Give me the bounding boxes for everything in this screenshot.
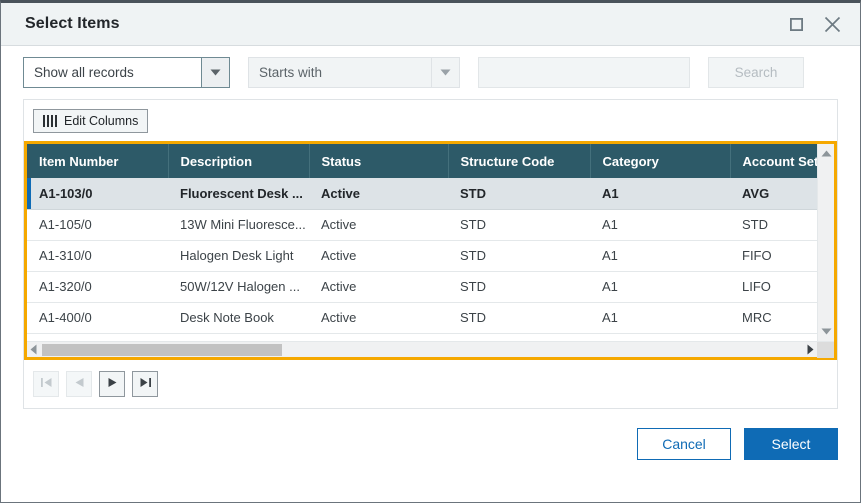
column-header-description[interactable]: Description <box>168 144 310 178</box>
table-row[interactable]: A1-400/0 Desk Note Book Active STD A1 MR… <box>27 302 817 334</box>
table-scroll-row: Item Number Description Status Structure… <box>27 144 834 341</box>
column-header-structure-code[interactable]: Structure Code <box>448 144 591 178</box>
column-header-category[interactable]: Category <box>590 144 731 178</box>
cell-status: Active <box>309 302 448 334</box>
first-page-icon <box>40 375 53 393</box>
cell-account-set-code: MRC <box>730 302 817 334</box>
cell-category: A1 <box>590 240 730 272</box>
cell-account-set-code: AVG <box>730 178 817 210</box>
dialog-footer: Cancel Select <box>1 409 860 502</box>
next-page-icon <box>107 375 118 393</box>
table-row[interactable]: A1-105/0 13W Mini Fluoresce... Active ST… <box>27 209 817 241</box>
scroll-right-icon[interactable] <box>804 343 817 356</box>
chevron-down-icon <box>201 58 229 87</box>
cell-category: A1 <box>590 178 730 210</box>
cell-account-set-code: LIFO <box>730 271 817 303</box>
cell-status: Active <box>309 271 448 303</box>
horizontal-scroll-track[interactable] <box>40 342 804 358</box>
cell-description: 13W Mini Fluoresce... <box>168 209 309 241</box>
previous-page-icon <box>74 375 85 393</box>
cell-category: A1 <box>590 209 730 241</box>
close-icon <box>824 16 841 33</box>
horizontal-scrollbar[interactable] <box>27 341 834 358</box>
cell-item-number: A1-310/0 <box>27 240 168 272</box>
cell-structure-code: STD <box>448 271 590 303</box>
scrollbar-corner <box>817 341 834 358</box>
grid-toolbar: Edit Columns <box>24 100 837 141</box>
close-button[interactable] <box>814 7 850 41</box>
cell-account-set-code: FIFO <box>730 240 817 272</box>
filter-bar: Show all records Starts with Search <box>1 46 860 99</box>
match-mode-dropdown[interactable]: Starts with <box>248 57 460 88</box>
cell-description: Desk Note Book <box>168 302 309 334</box>
search-button[interactable]: Search <box>708 57 804 88</box>
cell-category: A1 <box>590 271 730 303</box>
dialog-titlebar: Select Items <box>1 3 860 46</box>
edit-columns-button[interactable]: Edit Columns <box>33 108 149 133</box>
horizontal-scroll-thumb[interactable] <box>42 343 282 356</box>
select-items-dialog: Select Items Show all records Starts wit… <box>0 0 861 503</box>
cell-status: Active <box>309 240 448 272</box>
column-header-status[interactable]: Status <box>309 144 449 178</box>
cell-status: Active <box>309 178 448 210</box>
maximize-button[interactable] <box>778 7 814 41</box>
table-row[interactable]: A1-310/0 Halogen Desk Light Active STD A… <box>27 240 817 272</box>
search-input[interactable] <box>478 57 690 88</box>
scroll-left-icon[interactable] <box>27 343 40 356</box>
table-viewport: Item Number Description Status Structure… <box>27 144 817 341</box>
cell-structure-code: STD <box>448 178 590 210</box>
cell-structure-code: STD <box>448 209 590 241</box>
match-mode-value: Starts with <box>259 65 323 80</box>
cell-account-set-code: STD <box>730 209 817 241</box>
dialog-title: Select Items <box>25 15 120 32</box>
table-header-row: Item Number Description Status Structure… <box>27 144 817 178</box>
chevron-down-icon <box>431 58 459 87</box>
next-page-button[interactable] <box>99 371 125 397</box>
previous-page-button[interactable] <box>66 371 92 397</box>
cell-structure-code: STD <box>448 302 590 334</box>
edit-columns-label: Edit Columns <box>64 113 139 128</box>
column-header-item-number[interactable]: Item Number <box>27 144 169 178</box>
scroll-up-icon[interactable] <box>820 147 833 160</box>
cell-category: A1 <box>590 302 730 334</box>
grid-panel: Edit Columns Item Number Description Sta… <box>23 99 838 409</box>
cell-description: 50W/12V Halogen ... <box>168 271 309 303</box>
cell-item-number: A1-400/0 <box>27 302 168 334</box>
table-row[interactable]: A1-103/0 Fluorescent Desk ... Active STD… <box>27 178 817 210</box>
cell-status: Active <box>309 209 448 241</box>
scroll-down-icon[interactable] <box>820 325 833 338</box>
first-page-button[interactable] <box>33 371 59 397</box>
column-header-account-set-code[interactable]: Account Set Co <box>730 144 817 178</box>
vertical-scrollbar[interactable] <box>817 144 834 341</box>
last-page-icon <box>139 375 152 393</box>
cell-item-number: A1-320/0 <box>27 271 168 303</box>
items-table-highlight-region: Item Number Description Status Structure… <box>24 141 837 360</box>
square-icon <box>789 17 803 31</box>
columns-icon <box>43 114 57 127</box>
select-button[interactable]: Select <box>744 428 838 460</box>
record-filter-value: Show all records <box>34 65 134 80</box>
record-filter-dropdown[interactable]: Show all records <box>23 57 230 88</box>
pagination-controls <box>24 360 837 408</box>
last-page-button[interactable] <box>132 371 158 397</box>
cell-item-number: A1-105/0 <box>27 209 168 241</box>
items-table: Item Number Description Status Structure… <box>27 144 817 334</box>
cell-description: Fluorescent Desk ... <box>168 178 309 210</box>
cancel-button[interactable]: Cancel <box>637 428 731 460</box>
table-row[interactable]: A1-320/0 50W/12V Halogen ... Active STD … <box>27 271 817 303</box>
cell-structure-code: STD <box>448 240 590 272</box>
cell-description: Halogen Desk Light <box>168 240 309 272</box>
cell-item-number: A1-103/0 <box>27 178 168 210</box>
